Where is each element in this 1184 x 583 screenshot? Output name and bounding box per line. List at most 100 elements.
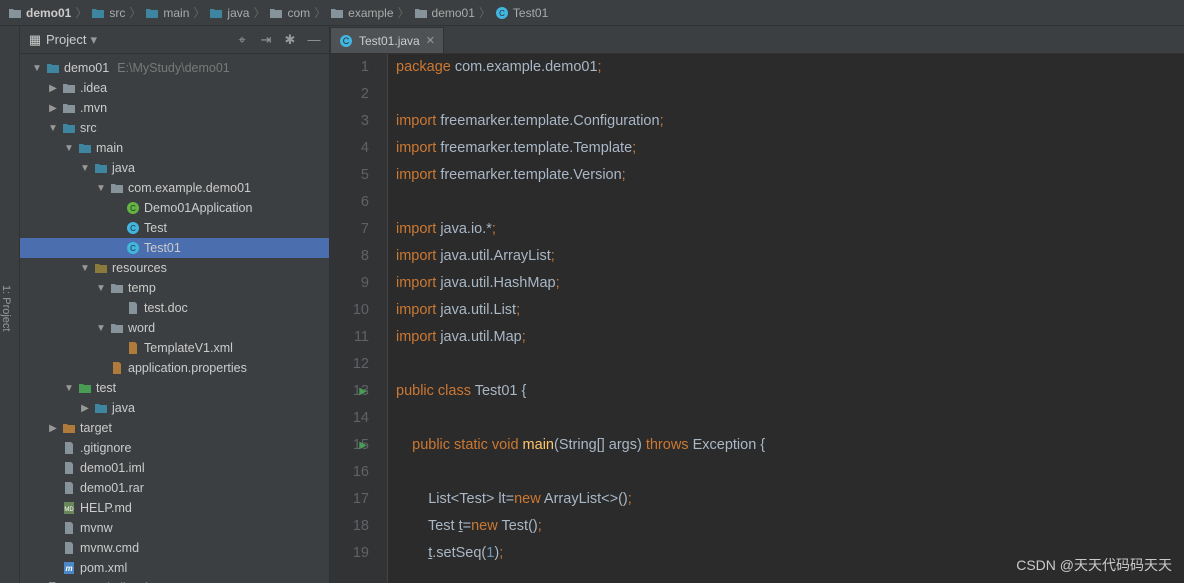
tree-arrow-icon[interactable]: ▼ [64,383,74,394]
tree-row[interactable]: CTest01 [20,238,329,258]
code-line[interactable] [396,351,1184,378]
tree-arrow-icon[interactable]: ▼ [48,123,58,134]
tree-row[interactable]: ▶java [20,398,329,418]
tree-row[interactable]: CTest [20,218,329,238]
line-number[interactable]: 13▶ [330,378,369,405]
tree-row[interactable]: demo01.rar [20,478,329,498]
project-panel-title[interactable]: ▦ Project ▾ [28,32,235,48]
tree-row[interactable]: MDHELP.md [20,498,329,518]
line-number[interactable]: 15▶ [330,432,369,459]
breadcrumb-item[interactable]: main [145,6,189,20]
breadcrumb-item[interactable]: CTest01 [495,6,548,20]
tree-row[interactable]: ▼test [20,378,329,398]
code-line[interactable]: import java.io.*; [396,216,1184,243]
tree-row[interactable]: CDemo01Application [20,198,329,218]
breadcrumb-item[interactable]: com [269,6,310,20]
breadcrumb-item[interactable]: demo01 [8,6,71,20]
tree-row[interactable]: application.properties [20,358,329,378]
tree-arrow-icon[interactable]: ▼ [80,263,90,274]
tree-row[interactable]: ▶target [20,418,329,438]
code-line[interactable]: import java.util.HashMap; [396,270,1184,297]
tree-row[interactable]: ▶External Libraries [20,578,329,583]
tree-arrow-icon[interactable]: ▼ [80,163,90,174]
tree-row[interactable]: test.doc [20,298,329,318]
code-line[interactable]: public static void main(String[] args) t… [396,432,1184,459]
tree-arrow-icon[interactable]: ▼ [96,183,106,194]
tree-row[interactable]: ▼src [20,118,329,138]
locate-icon[interactable]: ⌖ [235,33,249,47]
code-line[interactable] [396,405,1184,432]
tree-arrow-icon[interactable]: ▼ [96,283,106,294]
run-gutter-icon[interactable]: ▶ [359,378,367,405]
code-editor[interactable]: 12345678910111213▶1415▶16171819 package … [330,54,1184,583]
code-line[interactable]: import java.util.List; [396,297,1184,324]
tree-row[interactable]: ▼resources [20,258,329,278]
line-number[interactable]: 12 [330,351,369,378]
code-line[interactable]: import java.util.ArrayList; [396,243,1184,270]
breadcrumb[interactable]: demo01〉src〉main〉java〉com〉example〉demo01〉… [0,0,1184,26]
project-dropdown-icon[interactable]: ▾ [90,32,97,48]
code-line[interactable]: Test t=new Test(); [396,513,1184,540]
tree-row[interactable]: demo01.iml [20,458,329,478]
line-number[interactable]: 3 [330,108,369,135]
line-number[interactable]: 1 [330,54,369,81]
settings-icon[interactable]: ✱ [283,33,297,47]
code-line[interactable] [396,81,1184,108]
tree-row[interactable]: .gitignore [20,438,329,458]
tree-arrow-icon[interactable]: ▼ [32,63,42,74]
code-content[interactable]: package com.example.demo01; import freema… [388,54,1184,583]
tab-close-icon[interactable]: ✕ [426,34,435,47]
line-number[interactable]: 17 [330,486,369,513]
breadcrumb-item[interactable]: example [330,6,393,20]
run-gutter-icon[interactable]: ▶ [359,432,367,459]
breadcrumb-item[interactable]: demo01 [414,6,475,20]
code-line[interactable]: package com.example.demo01; [396,54,1184,81]
line-number[interactable]: 6 [330,189,369,216]
code-line[interactable]: import freemarker.template.Configuration… [396,108,1184,135]
project-tool-tab[interactable]: 1: Project [0,26,20,583]
tab-test01[interactable]: C Test01.java ✕ [330,27,444,53]
code-line[interactable]: import java.util.Map; [396,324,1184,351]
tree-arrow-icon[interactable]: ▶ [80,403,90,414]
tree-row[interactable]: ▼main [20,138,329,158]
line-number[interactable]: 11 [330,324,369,351]
tree-row[interactable]: TemplateV1.xml [20,338,329,358]
hide-icon[interactable]: — [307,33,321,47]
line-number[interactable]: 19 [330,540,369,567]
tree-row[interactable]: mvnw.cmd [20,538,329,558]
tree-arrow-icon[interactable]: ▼ [96,323,106,334]
line-number[interactable]: 16 [330,459,369,486]
tree-arrow-icon[interactable]: ▼ [64,143,74,154]
line-gutter[interactable]: 12345678910111213▶1415▶16171819 [330,54,388,583]
line-number[interactable]: 14 [330,405,369,432]
code-line[interactable]: import freemarker.template.Version; [396,162,1184,189]
code-line[interactable] [396,189,1184,216]
code-line[interactable] [396,459,1184,486]
tree-row[interactable]: ▼com.example.demo01 [20,178,329,198]
tree-row[interactable]: ▼demo01E:\MyStudy\demo01 [20,58,329,78]
line-number[interactable]: 4 [330,135,369,162]
collapse-icon[interactable]: ⇥ [259,33,273,47]
tree-row[interactable]: mvnw [20,518,329,538]
line-number[interactable]: 2 [330,81,369,108]
breadcrumb-item[interactable]: java [209,6,249,20]
line-number[interactable]: 18 [330,513,369,540]
tree-arrow-icon[interactable]: ▶ [48,103,58,114]
tree-arrow-icon[interactable]: ▶ [48,83,58,94]
line-number[interactable]: 5 [330,162,369,189]
code-line[interactable]: List<Test> lt=new ArrayList<>(); [396,486,1184,513]
line-number[interactable]: 8 [330,243,369,270]
breadcrumb-item[interactable]: src [91,6,125,20]
code-line[interactable]: import freemarker.template.Template; [396,135,1184,162]
line-number[interactable]: 9 [330,270,369,297]
tree-row[interactable]: mpom.xml [20,558,329,578]
line-number[interactable]: 7 [330,216,369,243]
tree-row[interactable]: ▶.mvn [20,98,329,118]
tree-row[interactable]: ▶.idea [20,78,329,98]
tree-row[interactable]: ▼temp [20,278,329,298]
code-line[interactable]: public class Test01 { [396,378,1184,405]
tree-row[interactable]: ▼word [20,318,329,338]
project-tree[interactable]: ▼demo01E:\MyStudy\demo01▶.idea▶.mvn▼src▼… [20,54,329,583]
tree-row[interactable]: ▼java [20,158,329,178]
tree-arrow-icon[interactable]: ▶ [48,423,58,434]
